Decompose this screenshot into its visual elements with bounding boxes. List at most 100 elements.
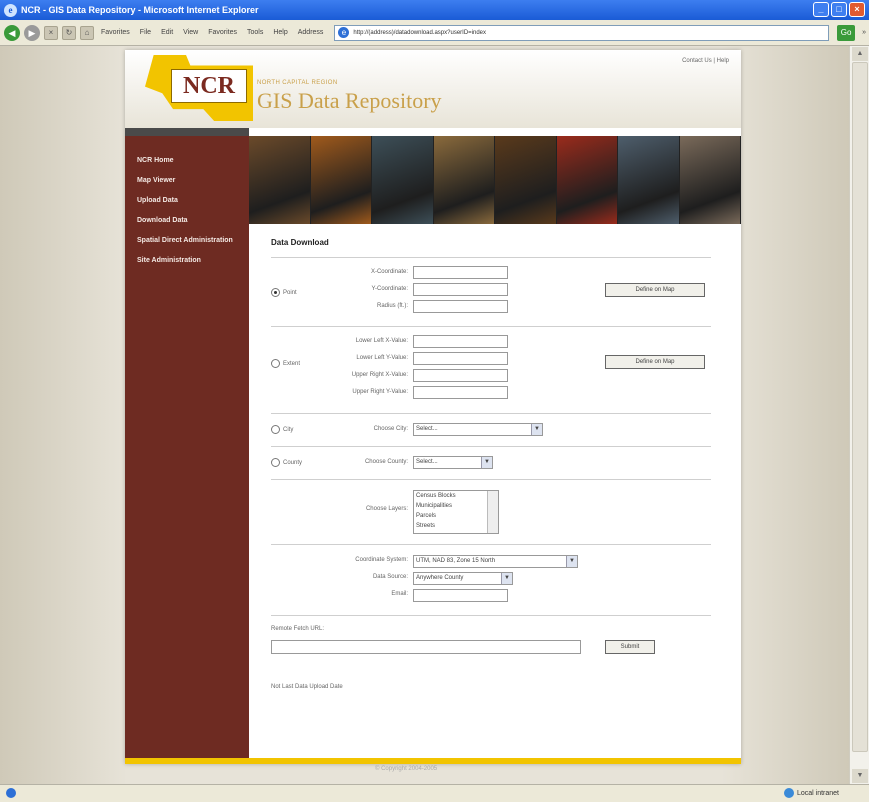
- layers-listbox[interactable]: Census Blocks Municipalities Parcels Str…: [413, 490, 499, 534]
- email-input[interactable]: [413, 589, 508, 602]
- y-coordinate-input[interactable]: [413, 283, 508, 296]
- ie-icon: e: [4, 3, 17, 17]
- x-coordinate-input[interactable]: [413, 266, 508, 279]
- scroll-down-icon[interactable]: ▼: [852, 769, 868, 783]
- data-source-select[interactable]: Anywhere County ▼: [413, 572, 513, 585]
- upper-right-y-input[interactable]: [413, 386, 508, 399]
- contact-help-links[interactable]: Contact Us | Help: [682, 58, 729, 64]
- layers-group: Choose Layers: Census Blocks Municipalit…: [271, 488, 711, 536]
- browser-toolbar: ◀ ▶ × ↻ ⌂ Favorites File Edit View Favor…: [0, 20, 869, 46]
- city-select-value: Select...: [416, 426, 438, 432]
- lower-left-y-label: Lower Left Y-Value:: [356, 355, 408, 361]
- extent-group: Lower Left X-Value: Lower Left Y-Value: …: [271, 335, 711, 405]
- sidebar-nav: NCR Home Map Viewer Upload Data Download…: [125, 128, 249, 764]
- county-select[interactable]: Select... ▼: [413, 456, 493, 469]
- address-bar[interactable]: http://(address)/datadownload.aspx?userI…: [334, 24, 830, 41]
- refresh-icon[interactable]: ↻: [62, 25, 76, 40]
- extent-radio-label: Extent: [283, 360, 301, 367]
- zone-label: Local intranet: [796, 789, 839, 797]
- sidebar-item-site-admin[interactable]: Site Administration: [137, 256, 249, 265]
- layer-option[interactable]: Parcels: [416, 511, 498, 521]
- extent-define-on-map-button[interactable]: Define on Map: [605, 355, 705, 369]
- radius-input[interactable]: [413, 300, 508, 313]
- menu-file[interactable]: File: [137, 29, 154, 36]
- menu-favorites[interactable]: Favorites: [205, 29, 240, 36]
- menu-view[interactable]: View: [180, 29, 201, 36]
- banner-photo: [433, 136, 495, 224]
- banner-photo: [556, 136, 618, 224]
- coordinate-system-value: UTM, NAD 83, Zone 15 North: [416, 558, 496, 564]
- point-radio[interactable]: Point: [271, 288, 297, 297]
- sidebar-item-ncr-home[interactable]: NCR Home: [137, 156, 249, 165]
- dropdown-arrow-icon[interactable]: ▼: [566, 556, 577, 567]
- city-radio[interactable]: City: [271, 425, 293, 434]
- scroll-thumb[interactable]: [852, 62, 868, 752]
- divider: [271, 413, 711, 414]
- layer-option[interactable]: Municipalities: [416, 501, 498, 511]
- banner-photo: [618, 136, 680, 224]
- back-button[interactable]: ◀: [4, 24, 20, 41]
- last-upload-link[interactable]: Not Last Data Upload Date: [271, 684, 711, 690]
- stop-icon[interactable]: ×: [44, 25, 58, 40]
- layer-option[interactable]: Streets: [416, 521, 498, 531]
- menu-edit[interactable]: Edit: [158, 29, 176, 36]
- point-define-on-map-button[interactable]: Define on Map: [605, 283, 705, 297]
- links-chevron[interactable]: »: [859, 29, 869, 36]
- copyright-text: © Copyright 2004-2005: [375, 766, 438, 772]
- listbox-scrollbar[interactable]: [487, 491, 498, 533]
- site-title: GIS Data Repository: [257, 88, 442, 113]
- sidebar-item-download-data[interactable]: Download Data: [137, 216, 249, 225]
- output-options-group: Coordinate System: UTM, NAD 83, Zone 15 …: [271, 553, 711, 607]
- web-page: Contact Us | Help NCR NORTH CAPITAL REGI…: [125, 50, 741, 764]
- close-button[interactable]: ×: [849, 2, 865, 17]
- sidebar-item-spatial-direct-admin[interactable]: Spatial Direct Administration: [137, 236, 249, 245]
- sidebar-item-upload-data[interactable]: Upload Data: [137, 196, 249, 205]
- submit-button[interactable]: Submit: [605, 640, 655, 654]
- dropdown-arrow-icon[interactable]: ▼: [481, 457, 492, 468]
- divider: [271, 257, 711, 258]
- choose-county-label: Choose County:: [364, 459, 408, 465]
- menu-help[interactable]: Help: [270, 29, 290, 36]
- city-select[interactable]: Select... ▼: [413, 423, 543, 436]
- download-form: Data Download X-Coordinate: Y-Coordinate…: [271, 238, 711, 690]
- forward-button[interactable]: ▶: [24, 24, 40, 41]
- radio-unselected-icon[interactable]: [271, 425, 280, 434]
- remote-fetch-url-input[interactable]: [271, 640, 581, 654]
- radio-unselected-icon[interactable]: [271, 458, 280, 467]
- maximize-button[interactable]: □: [831, 2, 847, 17]
- window-controls: _ □ ×: [813, 2, 865, 17]
- upper-right-x-input[interactable]: [413, 369, 508, 382]
- favorites-button[interactable]: Favorites: [98, 29, 133, 36]
- county-radio[interactable]: County: [271, 458, 302, 467]
- address-label: Address: [297, 29, 324, 36]
- point-group: X-Coordinate: Y-Coordinate: Radius (ft.)…: [271, 266, 711, 318]
- divider: [271, 446, 711, 447]
- coordinate-system-select[interactable]: UTM, NAD 83, Zone 15 North ▼: [413, 555, 578, 568]
- layer-option[interactable]: Census Blocks: [416, 491, 498, 501]
- lower-left-x-input[interactable]: [413, 335, 508, 348]
- choose-city-label: Choose City:: [373, 426, 408, 432]
- choose-layers-label: Choose Layers:: [365, 506, 408, 512]
- minimize-button[interactable]: _: [813, 2, 829, 17]
- sidebar-item-map-viewer[interactable]: Map Viewer: [137, 176, 249, 185]
- banner-photo: [249, 136, 311, 224]
- security-zone: Local intranet: [783, 788, 839, 798]
- radio-unselected-icon[interactable]: [271, 359, 280, 368]
- lower-left-y-input[interactable]: [413, 352, 508, 365]
- dropdown-arrow-icon[interactable]: ▼: [501, 573, 512, 584]
- city-group: City Choose City: Select... ▼: [271, 422, 711, 438]
- radio-selected-icon[interactable]: [271, 288, 280, 297]
- ncr-logo[interactable]: NCR: [145, 55, 253, 121]
- form-heading: Data Download: [271, 238, 329, 247]
- divider: [271, 544, 711, 545]
- divider: [271, 479, 711, 480]
- browser-scrollbar[interactable]: ▲ ▼: [849, 46, 869, 784]
- menu-tools[interactable]: Tools: [244, 29, 266, 36]
- home-icon[interactable]: ⌂: [80, 25, 94, 40]
- dropdown-arrow-icon[interactable]: ▼: [531, 424, 542, 435]
- scroll-up-icon[interactable]: ▲: [852, 47, 868, 61]
- extent-radio[interactable]: Extent: [271, 359, 300, 368]
- go-button[interactable]: Go: [837, 24, 856, 41]
- browser-viewport: Contact Us | Help NCR NORTH CAPITAL REGI…: [0, 46, 849, 784]
- logo-text: NCR: [171, 69, 247, 103]
